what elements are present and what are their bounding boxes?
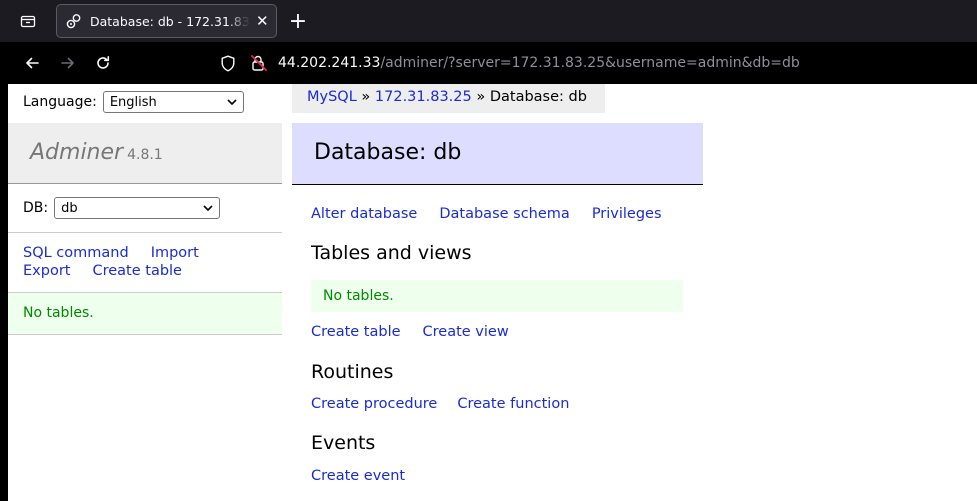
privileges-link[interactable]: Privileges xyxy=(592,206,662,222)
page-title: Database: db xyxy=(314,140,462,165)
export-link[interactable]: Export xyxy=(23,263,70,279)
page-header: Database: db xyxy=(292,123,703,185)
db-value: db xyxy=(61,200,78,216)
no-tables-text: No tables. xyxy=(323,288,394,304)
forward-arrow-icon xyxy=(61,57,74,69)
no-tables-message: No tables. xyxy=(311,280,683,312)
tab-list-icon xyxy=(20,15,36,28)
menu-no-tables-message: No tables. xyxy=(8,293,282,335)
language-label: Language: xyxy=(23,94,97,110)
breadcrumb-server-link[interactable]: 172.31.83.25 xyxy=(375,89,472,105)
active-tab[interactable]: Database: db - 172.31.83.25 ✕ xyxy=(56,4,277,38)
database-actions: Alter database Database schema Privileges xyxy=(311,206,684,222)
breadcrumb-current: Database: db xyxy=(489,89,587,105)
sql-command-link[interactable]: SQL command xyxy=(23,245,129,261)
database-schema-link[interactable]: Database schema xyxy=(439,206,569,222)
main-content: MySQL » 172.31.83.25 » Database: db Data… xyxy=(292,84,712,501)
url-host: 44.202.241.33 xyxy=(278,55,381,71)
breadcrumb: MySQL » 172.31.83.25 » Database: db xyxy=(292,84,605,113)
import-link[interactable]: Import xyxy=(151,245,199,261)
reload-button[interactable] xyxy=(90,51,116,75)
language-select[interactable]: English xyxy=(102,91,244,113)
db-label: DB: xyxy=(23,200,49,216)
favicon-icon xyxy=(66,13,82,29)
tab-title: Database: db - 172.31.83.25 xyxy=(90,13,250,29)
language-value: English xyxy=(109,94,157,110)
logo-box: Adminer 4.8.1 xyxy=(8,123,282,184)
db-select[interactable]: db xyxy=(54,197,221,219)
shield-icon[interactable] xyxy=(220,55,236,72)
back-button[interactable] xyxy=(19,51,45,75)
browser-tab-bar: Database: db - 172.31.83.25 ✕ + xyxy=(0,0,977,42)
events-heading: Events xyxy=(311,432,376,454)
app-version: 4.8.1 xyxy=(127,147,163,163)
tables-heading: Tables and views xyxy=(311,242,472,264)
create-function-link[interactable]: Create function xyxy=(457,396,569,412)
breadcrumb-driver-link[interactable]: MySQL xyxy=(307,89,357,105)
create-procedure-link[interactable]: Create procedure xyxy=(311,396,437,412)
chevron-down-icon xyxy=(227,98,237,105)
create-event-link[interactable]: Create event xyxy=(311,468,405,484)
menu-links: SQL command Import Export Create table xyxy=(23,244,273,280)
address-bar[interactable]: 44.202.241.33/adminer/?server=172.31.83.… xyxy=(212,48,977,78)
close-icon[interactable]: ✕ xyxy=(256,13,269,29)
back-arrow-icon xyxy=(26,57,39,69)
event-actions: Create event xyxy=(311,468,427,484)
forward-button[interactable] xyxy=(55,51,81,75)
app-name[interactable]: Adminer xyxy=(30,140,123,165)
reload-icon xyxy=(97,56,110,69)
breadcrumb-separator: » xyxy=(476,89,486,105)
menu-no-tables-text: No tables. xyxy=(23,305,94,321)
browser-nav-bar: 44.202.241.33/adminer/?server=172.31.83.… xyxy=(0,42,977,84)
menu-divider xyxy=(8,232,282,233)
sidebar-menu: Language: English Adminer 4.8.1 DB: db SQ… xyxy=(8,84,282,501)
new-tab-icon[interactable]: + xyxy=(286,8,310,34)
routine-actions: Create procedure Create function xyxy=(311,396,591,412)
create-view-link[interactable]: Create view xyxy=(423,324,509,340)
menu-create-table-link[interactable]: Create table xyxy=(92,263,182,279)
db-row: DB: db xyxy=(23,197,221,219)
table-actions: Create table Create view xyxy=(311,324,531,340)
url-text: 44.202.241.33/adminer/?server=172.31.83.… xyxy=(278,55,800,71)
insecure-lock-icon[interactable] xyxy=(250,54,268,72)
alter-database-link[interactable]: Alter database xyxy=(311,206,417,222)
language-row: Language: English xyxy=(23,91,244,113)
routines-heading: Routines xyxy=(311,361,394,383)
create-table-link[interactable]: Create table xyxy=(311,324,401,340)
tab-list-button[interactable] xyxy=(14,8,42,34)
chevron-down-icon xyxy=(203,204,213,211)
breadcrumb-separator: » xyxy=(361,89,371,105)
app-logo[interactable]: Adminer 4.8.1 xyxy=(30,140,163,165)
page-content: Language: English Adminer 4.8.1 DB: db SQ… xyxy=(8,84,977,501)
url-path: /adminer/?server=172.31.83.25&username=a… xyxy=(380,55,800,71)
